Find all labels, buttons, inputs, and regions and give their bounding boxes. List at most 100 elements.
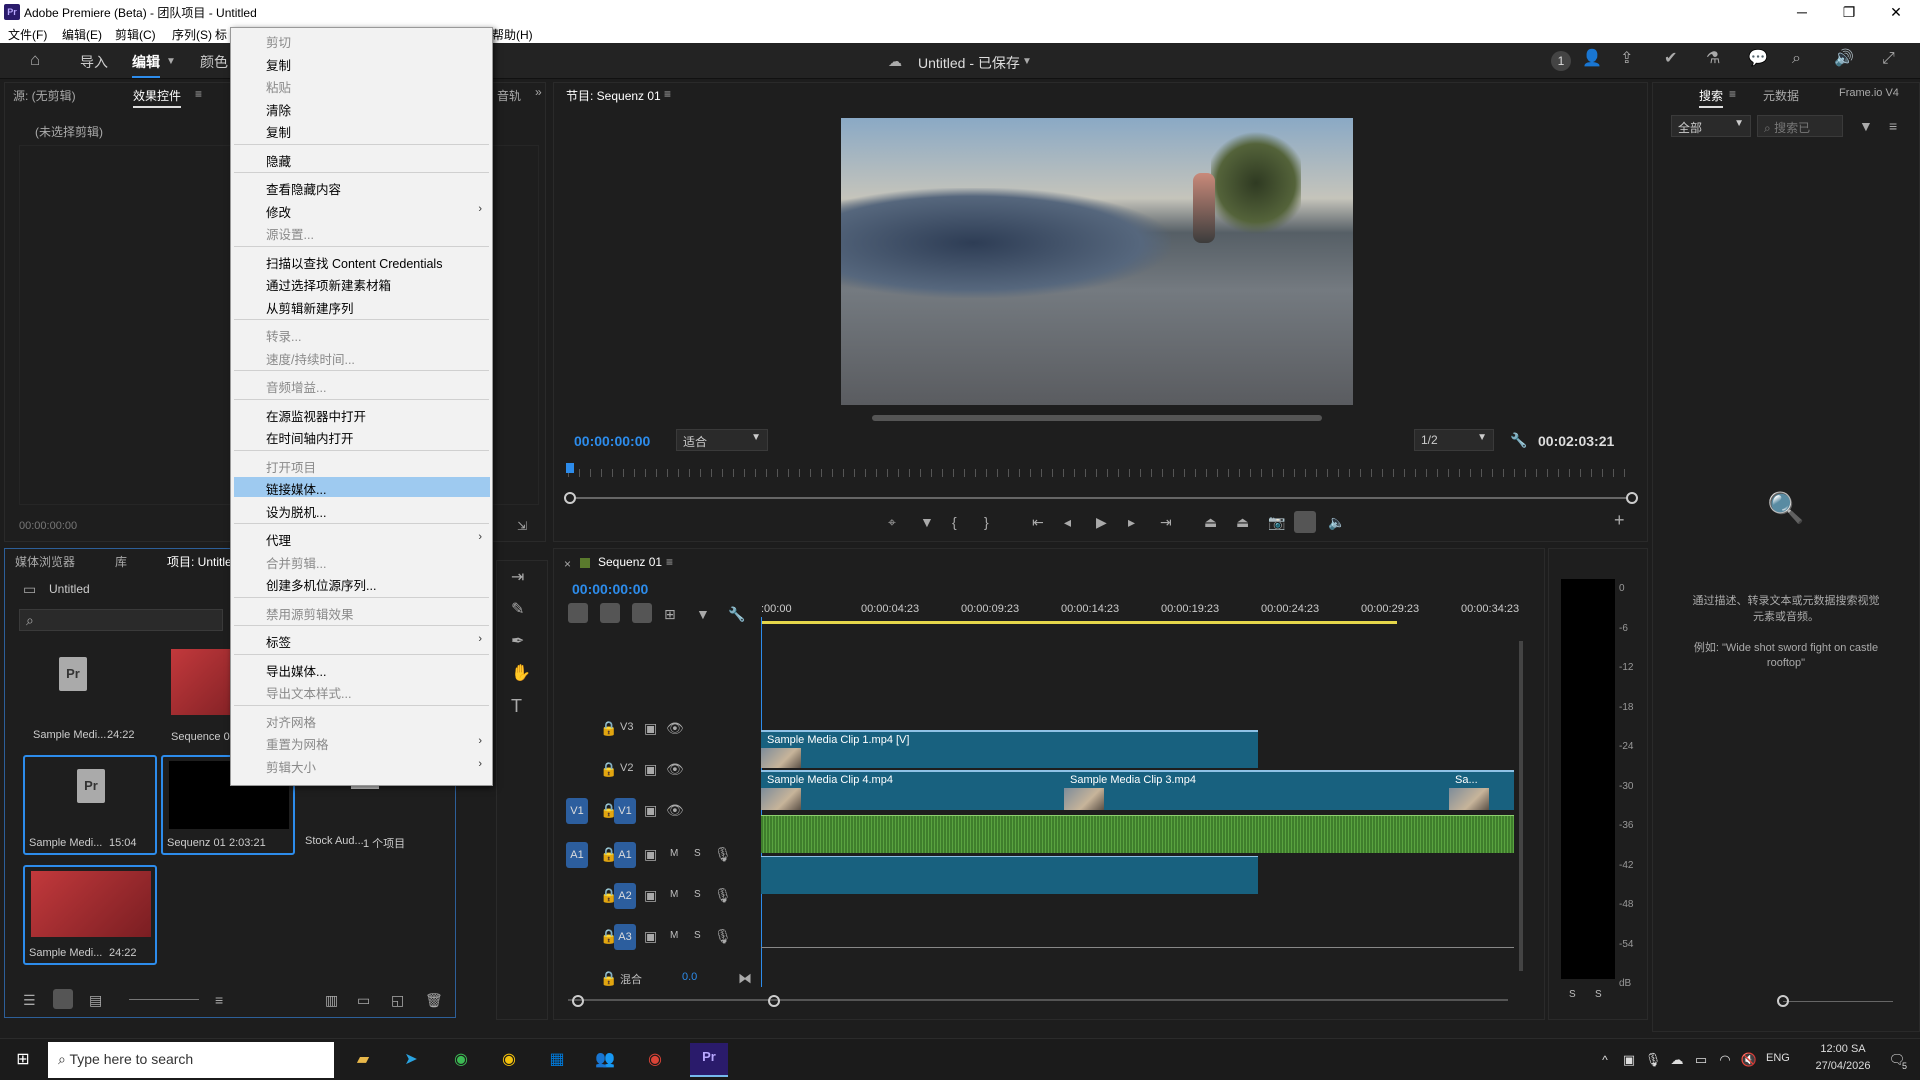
- microphone-icon[interactable]: 🎙: [714, 929, 732, 943]
- playhead[interactable]: [566, 463, 574, 473]
- mix-end-icon[interactable]: ⧓: [738, 971, 752, 985]
- fit-dropdown[interactable]: 适合 ▼: [676, 429, 768, 451]
- program-scrub-bar[interactable]: [568, 497, 1632, 499]
- chrome-canary-icon[interactable]: ◉: [494, 1046, 524, 1074]
- marker-settings-icon[interactable]: ⌖: [888, 515, 896, 529]
- hand-icon[interactable]: ✋: [511, 666, 531, 682]
- project-item-selected[interactable]: Sample Medi... 24:22: [23, 865, 157, 965]
- menu-help[interactable]: 帮助(H): [492, 26, 533, 43]
- lift-icon[interactable]: ⏏: [1204, 515, 1217, 529]
- funnel-icon[interactable]: ▼: [1859, 119, 1873, 133]
- solo-button[interactable]: S: [694, 930, 701, 941]
- trash-icon[interactable]: 🗑: [425, 993, 443, 1007]
- more-tabs-icon[interactable]: »: [535, 85, 542, 99]
- clip-v2[interactable]: Sample Media Clip 1.mp4 [V]: [761, 730, 1258, 768]
- project-title[interactable]: Untitled - 已保存: [918, 53, 1020, 73]
- wrench-icon[interactable]: 🔧: [728, 607, 745, 621]
- project-search-input[interactable]: ⌕: [19, 609, 223, 631]
- notifications-icon[interactable]: 🗨: [1882, 1046, 1912, 1074]
- scrub-start-handle[interactable]: [564, 492, 576, 504]
- menu-edit[interactable]: 编辑(E): [62, 26, 102, 43]
- context-menu-item[interactable]: 从剪辑新建序列: [266, 298, 354, 317]
- telegram-icon[interactable]: ➤: [396, 1046, 426, 1074]
- share-icon[interactable]: ⇪: [1620, 51, 1633, 67]
- sync-lock-icon[interactable]: ▣: [644, 847, 657, 861]
- maximize-button[interactable]: ❐: [1829, 2, 1869, 22]
- eye-icon[interactable]: 👁: [666, 762, 684, 776]
- tab-search[interactable]: 搜索: [1699, 87, 1724, 108]
- collaborators-badge[interactable]: 1: [1551, 51, 1571, 71]
- icon-view-button[interactable]: [53, 989, 73, 1009]
- filter-dropdown[interactable]: 全部 ▼: [1671, 115, 1751, 137]
- context-menu-item[interactable]: 通过选择项新建素材箱: [266, 275, 391, 294]
- snap-button[interactable]: [600, 603, 620, 623]
- search-input[interactable]: ⌕ 搜索已: [1757, 115, 1843, 137]
- scrub-end-handle[interactable]: [1626, 492, 1638, 504]
- zoom-handle-right[interactable]: [768, 995, 780, 1007]
- eye-icon[interactable]: 👁: [666, 803, 684, 817]
- source-patch-a1[interactable]: A1: [566, 842, 588, 868]
- sync-lock-icon[interactable]: ▣: [644, 929, 657, 943]
- lock-icon[interactable]: 🔒: [600, 721, 617, 735]
- tab-frameio[interactable]: Frame.io V4: [1839, 87, 1899, 99]
- context-menu-item[interactable]: 清除: [266, 100, 291, 119]
- go-to-in-icon[interactable]: ⇤: [1032, 515, 1044, 529]
- lock-icon[interactable]: 🔒: [600, 971, 617, 985]
- work-area-bar[interactable]: [761, 621, 1397, 624]
- microphone-icon[interactable]: 🎙: [714, 888, 732, 902]
- context-menu-item[interactable]: 扫描以查找 Content Credentials: [266, 253, 442, 272]
- add-marker-icon[interactable]: ▼: [920, 515, 934, 529]
- tab-project[interactable]: 项目: Untitled: [167, 553, 238, 570]
- mute-button[interactable]: M: [670, 889, 678, 900]
- fullscreen-icon[interactable]: ⤢: [1882, 51, 1895, 67]
- audio-clip-a1[interactable]: [761, 815, 1514, 853]
- microsoft-store-icon[interactable]: ▦: [542, 1046, 572, 1074]
- new-bin-icon[interactable]: ▭: [357, 993, 370, 1007]
- context-menu-item[interactable]: 链接媒体...: [266, 479, 326, 498]
- user-icon[interactable]: 👤: [1582, 51, 1602, 67]
- menu-marker[interactable]: 标: [215, 26, 227, 43]
- context-menu-item[interactable]: 代理: [266, 530, 291, 549]
- list-menu-icon[interactable]: ≡: [1889, 119, 1897, 133]
- mark-out-icon[interactable]: }: [984, 515, 989, 529]
- tab-effect-controls[interactable]: 效果控件: [133, 87, 182, 108]
- menu-icon[interactable]: ≡: [195, 87, 202, 101]
- vertical-scrollbar[interactable]: [1519, 641, 1523, 971]
- camera-icon[interactable]: 📷: [1268, 515, 1285, 529]
- mute-button[interactable]: M: [670, 930, 678, 941]
- solo-button[interactable]: S: [1595, 989, 1602, 1000]
- captions-icon[interactable]: ⊞: [664, 607, 676, 621]
- tab-libraries[interactable]: 库: [115, 553, 127, 570]
- zoom-scrollbar[interactable]: [872, 415, 1322, 421]
- clip-v1-c[interactable]: Sa...: [1449, 770, 1514, 810]
- source-patch-v1[interactable]: V1: [566, 798, 588, 824]
- context-menu-item[interactable]: 隐藏: [266, 151, 291, 170]
- close-icon[interactable]: ×: [564, 557, 571, 571]
- tab-source[interactable]: 源: (无剪辑): [13, 87, 76, 104]
- type-icon[interactable]: T: [511, 697, 522, 715]
- solo-button[interactable]: S: [694, 848, 701, 859]
- context-menu-item[interactable]: 在源监视器中打开: [266, 406, 366, 425]
- linked-selection-button[interactable]: [632, 603, 652, 623]
- menu-icon[interactable]: ≡: [664, 87, 671, 101]
- tab-metadata[interactable]: 元数据: [1763, 87, 1799, 104]
- project-item[interactable]: Pr Sample Medi... 24:22: [33, 645, 135, 761]
- thumbnail-size-slider[interactable]: [129, 999, 199, 1000]
- chevron-down-icon[interactable]: ▼: [166, 55, 176, 69]
- track-select-icon[interactable]: ⇥: [511, 570, 524, 586]
- track-target-a2[interactable]: A2: [614, 883, 636, 909]
- film-icon[interactable]: ▣: [644, 762, 657, 776]
- menu-file[interactable]: 文件(F): [8, 26, 47, 43]
- windows-start-icon[interactable]: ⊞: [8, 1046, 38, 1074]
- project-item-selected[interactable]: Pr Sample Medi... 15:04: [23, 755, 157, 855]
- context-menu-item[interactable]: 修改: [266, 202, 291, 221]
- new-item-icon[interactable]: ◱: [391, 993, 404, 1007]
- solo-button[interactable]: S: [1569, 989, 1576, 1000]
- file-explorer-icon[interactable]: ▰: [348, 1046, 378, 1074]
- play-icon[interactable]: ▶: [1096, 515, 1107, 529]
- clip-v1-a[interactable]: Sample Media Clip 4.mp4: [761, 770, 1064, 810]
- tab-sequence[interactable]: Sequenz 01: [598, 555, 662, 569]
- mix-value[interactable]: 0.0: [682, 971, 697, 983]
- mute-button[interactable]: M: [670, 848, 678, 859]
- volume-mute-icon[interactable]: 🔇: [1734, 1046, 1764, 1074]
